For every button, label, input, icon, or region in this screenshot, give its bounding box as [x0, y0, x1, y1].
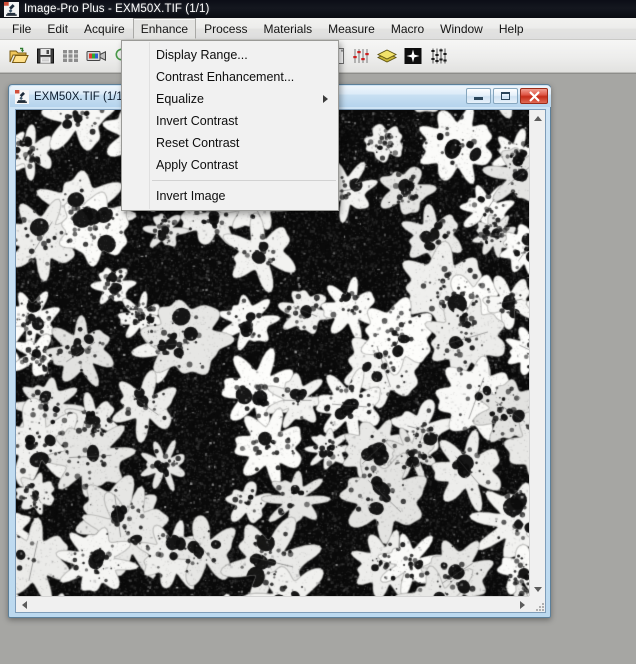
horizontal-scrollbar[interactable]: [16, 596, 530, 612]
menuitem-reset-contrast[interactable]: Reset Contrast: [122, 132, 338, 154]
toolbar-thumbnails[interactable]: [58, 43, 84, 69]
minimize-icon: [474, 97, 483, 100]
menu-help[interactable]: Help: [491, 18, 532, 39]
menu-acquire[interactable]: Acquire: [76, 18, 133, 39]
document-title: EXM50X.TIF (1/1): [34, 90, 127, 103]
application-title-bar: Image-Pro Plus - EXM50X.TIF (1/1): [0, 0, 636, 18]
menuitem-invert-contrast[interactable]: Invert Contrast: [122, 110, 338, 132]
microscope-icon: [15, 89, 29, 104]
toolbar-levels[interactable]: [348, 43, 374, 69]
enhance-dropdown-menu: Display Range... Contrast Enhancement...…: [121, 40, 339, 211]
menu-edit[interactable]: Edit: [39, 18, 76, 39]
menu-bar: File Edit Acquire Enhance Process Materi…: [0, 18, 636, 40]
menuitem-display-range[interactable]: Display Range...: [122, 44, 338, 66]
menuitem-contrast-enhancement[interactable]: Contrast Enhancement...: [122, 66, 338, 88]
chevron-left-icon: [21, 600, 27, 609]
toolbar-save[interactable]: [32, 43, 58, 69]
toolbar-sharpen[interactable]: [400, 43, 426, 69]
resize-grip[interactable]: [529, 596, 545, 612]
application-title: Image-Pro Plus - EXM50X.TIF (1/1): [24, 3, 210, 15]
menu-enhance[interactable]: Enhance: [132, 18, 197, 39]
vertical-scrollbar[interactable]: [529, 110, 545, 597]
toolbar-capture[interactable]: [84, 43, 110, 69]
maximize-icon: [501, 92, 510, 100]
chevron-up-icon: [533, 115, 542, 121]
scroll-right-button[interactable]: [514, 597, 530, 612]
submenu-arrow-icon: [323, 95, 328, 103]
menuitem-invert-image[interactable]: Invert Image: [122, 185, 338, 207]
application-window: Image-Pro Plus - EXM50X.TIF (1/1) File E…: [0, 0, 636, 664]
microscope-icon: [4, 1, 19, 17]
menu-window[interactable]: Window: [432, 18, 491, 39]
menu-process[interactable]: Process: [196, 18, 255, 39]
toolbar-filters[interactable]: [426, 43, 452, 69]
close-icon: [529, 91, 539, 101]
menuitem-equalize-label: Equalize: [156, 92, 204, 106]
minimize-button[interactable]: [466, 88, 491, 104]
menu-separator: [152, 180, 336, 181]
toolbar-open[interactable]: [6, 43, 32, 69]
close-button[interactable]: [520, 88, 548, 104]
chevron-down-icon: [533, 586, 542, 592]
scroll-up-button[interactable]: [530, 110, 545, 126]
menu-file[interactable]: File: [4, 18, 39, 39]
toolbar-layers[interactable]: [374, 43, 400, 69]
menu-materials[interactable]: Materials: [255, 18, 320, 39]
chevron-right-icon: [519, 600, 525, 609]
scroll-left-button[interactable]: [16, 597, 32, 612]
menu-macro[interactable]: Macro: [383, 18, 432, 39]
menuitem-apply-contrast[interactable]: Apply Contrast: [122, 154, 338, 176]
menu-measure[interactable]: Measure: [320, 18, 383, 39]
scroll-down-button[interactable]: [530, 581, 545, 597]
document-window-buttons: [466, 88, 548, 104]
maximize-button[interactable]: [493, 88, 518, 104]
menuitem-equalize[interactable]: Equalize: [122, 88, 338, 110]
